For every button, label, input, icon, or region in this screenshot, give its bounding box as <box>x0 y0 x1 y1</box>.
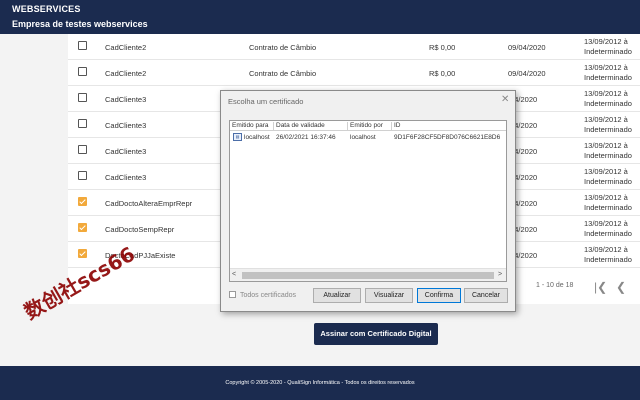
scroll-right-icon[interactable]: > <box>498 271 502 278</box>
column-issued-to[interactable]: Emitido para <box>230 122 274 131</box>
company-name: Empresa de testes webservices <box>12 19 148 29</box>
row-checkbox[interactable] <box>78 249 87 258</box>
row-name: CadCliente3 <box>105 173 147 182</box>
row-validity-end: Indeterminado <box>584 177 632 186</box>
row-validity: 13/09/2012 à Indeterminado <box>584 37 632 57</box>
confirm-button[interactable]: Confirma <box>417 288 461 303</box>
certificate-row[interactable]: ▤ localhost 26/02/2021 16:37:46 localhos… <box>230 133 506 143</box>
scrollbar-thumb[interactable] <box>242 272 494 279</box>
row-validity-start: 13/09/2012 à <box>584 63 628 72</box>
row-checkbox[interactable] <box>78 93 87 102</box>
cert-id: 9D1F6F28CF5DF8D076C6621E8D6 <box>394 134 501 141</box>
view-button[interactable]: Visualizar <box>365 288 413 303</box>
row-value: R$ 0,00 <box>429 69 456 78</box>
chevron-left-icon[interactable]: ❮ <box>616 280 626 294</box>
row-validity: 13/09/2012 à Indeterminado <box>584 245 632 265</box>
top-header: WEBSERVICES Empresa de testes webservice… <box>0 0 640 34</box>
row-validity-start: 13/09/2012 à <box>584 115 628 124</box>
certificate-list-header: Emitido para Data de validade Emitido po… <box>230 121 506 131</box>
dialog-title: Escolha um certificado <box>228 97 304 106</box>
row-type: Contrato de Câmbio <box>249 43 317 52</box>
app-title: WEBSERVICES <box>12 4 81 14</box>
row-validity-end: Indeterminado <box>584 99 632 108</box>
row-date: 09/04/2020 <box>508 69 546 78</box>
row-validity-end: Indeterminado <box>584 125 632 134</box>
row-validity-start: 13/09/2012 à <box>584 193 628 202</box>
checkbox-icon[interactable] <box>229 291 236 298</box>
column-valid-until[interactable]: Data de validade <box>274 122 348 131</box>
row-type: Contrato de Câmbio <box>249 69 317 78</box>
row-validity-end: Indeterminado <box>584 255 632 264</box>
pager-range: 1 - 10 de 18 <box>536 282 574 289</box>
row-name: CadDoctoSempRepr <box>105 225 175 234</box>
scroll-left-icon[interactable]: < <box>232 271 236 278</box>
row-validity: 13/09/2012 à Indeterminado <box>584 141 632 161</box>
table-row[interactable]: CadCliente2 Contrato de Câmbio R$ 0,00 09/0… <box>68 60 640 86</box>
row-validity: 13/09/2012 à Indeterminado <box>584 63 632 83</box>
row-validity-start: 13/09/2012 à <box>584 219 628 228</box>
row-validity: 13/09/2012 à Indeterminado <box>584 89 632 109</box>
row-name: CadCliente3 <box>105 147 147 156</box>
all-certificates-label: Todos certificados <box>240 292 297 299</box>
all-certificates-checkbox[interactable]: Todos certificados <box>229 291 296 299</box>
horizontal-scrollbar[interactable]: < > <box>230 268 506 281</box>
row-checkbox[interactable] <box>78 223 87 232</box>
cert-issued-to: localhost <box>244 134 270 141</box>
refresh-button[interactable]: Atualizar <box>313 288 361 303</box>
row-validity-end: Indeterminado <box>584 203 632 212</box>
row-checkbox[interactable] <box>78 197 87 206</box>
row-validity-end: Indeterminado <box>584 151 632 160</box>
row-name: CadCliente2 <box>105 69 147 78</box>
row-validity-start: 13/09/2012 à <box>584 167 628 176</box>
certificate-dialog: Escolha um certificado ✕ Emitido para Da… <box>220 90 516 312</box>
first-page-icon[interactable]: |❮ <box>594 280 607 294</box>
row-validity-start: 13/09/2012 à <box>584 245 628 254</box>
row-name: CadCliente2 <box>105 43 147 52</box>
certificate-icon: ▤ <box>233 133 242 141</box>
certificate-list[interactable]: Emitido para Data de validade Emitido po… <box>229 120 507 282</box>
cert-valid-until: 26/02/2021 16:37:46 <box>276 134 336 141</box>
row-validity-start: 13/09/2012 à <box>584 37 628 46</box>
row-checkbox[interactable] <box>78 67 87 76</box>
row-validity-end: Indeterminado <box>584 229 632 238</box>
row-validity-end: Indeterminado <box>584 47 632 56</box>
row-validity-start: 13/09/2012 à <box>584 89 628 98</box>
close-icon[interactable]: ✕ <box>501 94 509 105</box>
row-validity: 13/09/2012 à Indeterminado <box>584 167 632 187</box>
column-id[interactable]: ID <box>392 122 506 131</box>
row-date: 09/04/2020 <box>508 43 546 52</box>
row-checkbox[interactable] <box>78 145 87 154</box>
row-name: CadCliente3 <box>105 121 147 130</box>
row-validity: 13/09/2012 à Indeterminado <box>584 219 632 239</box>
row-validity: 13/09/2012 à Indeterminado <box>584 115 632 135</box>
sign-with-certificate-button[interactable]: Assinar com Certificado Digital <box>314 323 438 345</box>
row-validity-start: 13/09/2012 à <box>584 141 628 150</box>
table-row[interactable]: CadCliente2 Contrato de Câmbio R$ 0,00 09/0… <box>68 34 640 60</box>
row-name: CadCliente3 <box>105 95 147 104</box>
row-validity: 13/09/2012 à Indeterminado <box>584 193 632 213</box>
row-checkbox[interactable] <box>78 119 87 128</box>
cert-issued-by: localhost <box>350 134 376 141</box>
row-name: CadDoctoAlteraEmprRepr <box>105 199 193 208</box>
row-validity-end: Indeterminado <box>584 73 632 82</box>
column-issued-by[interactable]: Emitido por <box>348 122 392 131</box>
footer-copyright: Copyright © 2005-2020 - QualiSign Inform… <box>0 366 640 400</box>
row-value: R$ 0,00 <box>429 43 456 52</box>
row-checkbox[interactable] <box>78 171 87 180</box>
row-checkbox[interactable] <box>78 41 87 50</box>
cancel-button[interactable]: Cancelar <box>464 288 508 303</box>
